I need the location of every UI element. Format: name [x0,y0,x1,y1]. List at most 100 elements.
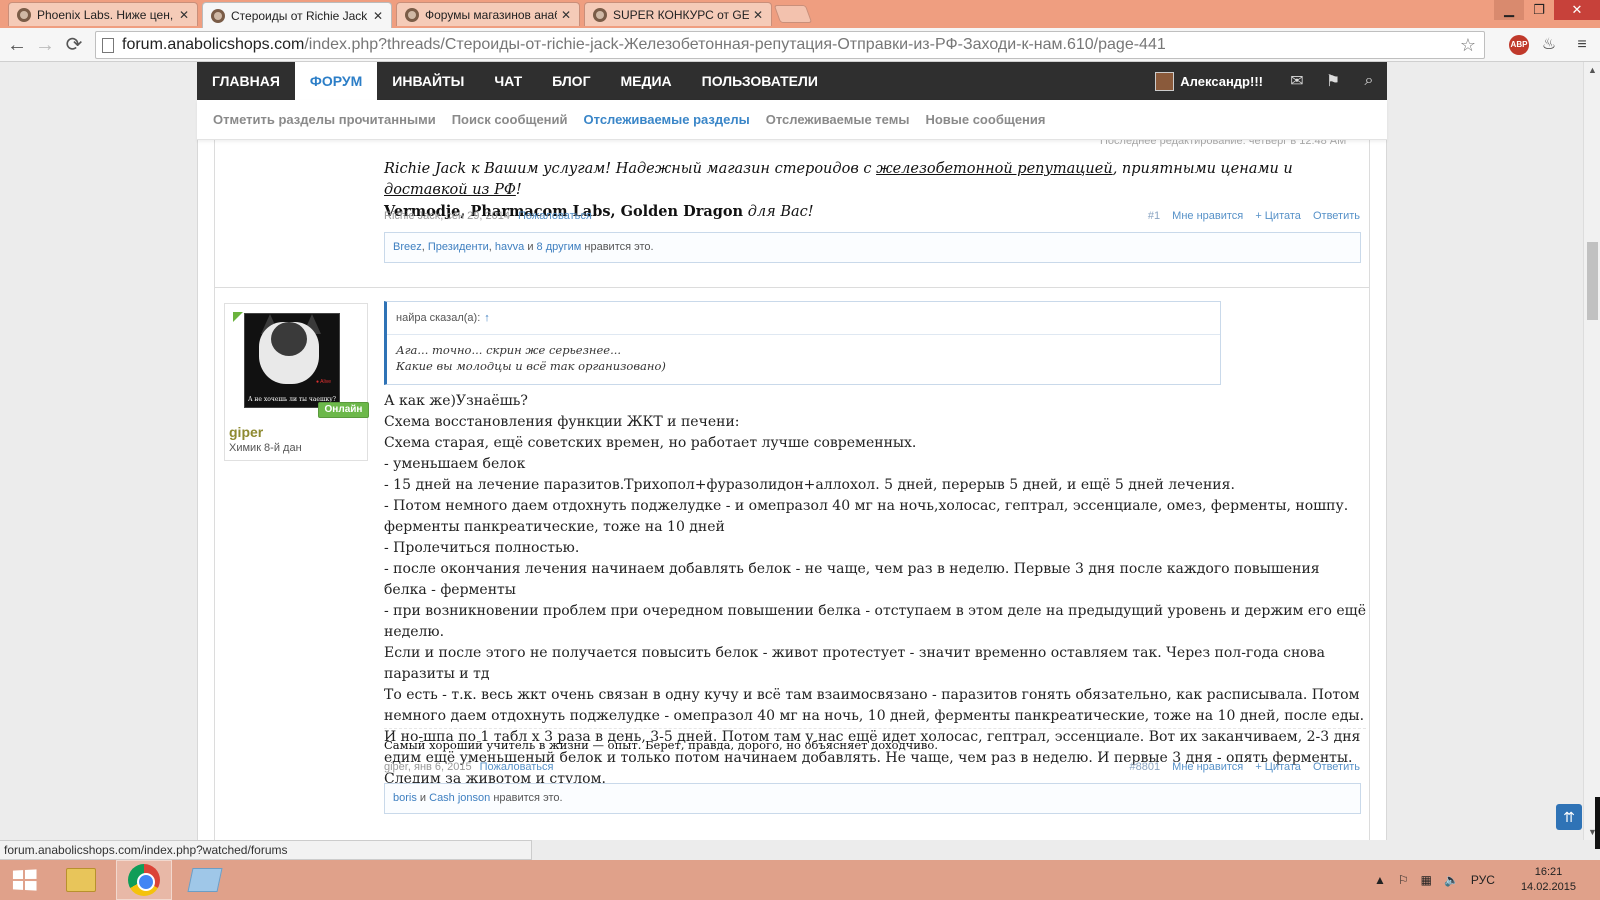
like-button[interactable]: Мне нравится [1172,761,1243,773]
page-scrollbar[interactable]: ▲ ▼ [1583,62,1600,840]
post-number[interactable]: #1 [1148,210,1160,222]
report-link[interactable]: Пожаловаться [480,761,554,773]
post-1-likes: Breez, Президенти, havva и 8 другим нрав… [384,232,1361,263]
tab-super-contest[interactable]: SUPER КОНКУРС от GEOI ✕ [584,2,772,26]
sig-text: для Вас! [743,204,814,220]
message-line: Схема восстановления функции ЖКТ и печен… [384,414,740,430]
liker-link[interactable]: boris [393,792,417,804]
browser-toolbar: ← → ⟳ forum.anabolicshops.com/index.php?… [0,28,1600,62]
post-username[interactable]: giper [229,424,263,440]
liker-link[interactable]: Президенти [428,241,489,253]
subnav-watched-threads[interactable]: Отслеживаемые темы [766,112,910,127]
chrome-icon [128,864,160,896]
nav-media[interactable]: МЕДИА [606,62,687,100]
envelope-icon[interactable]: ✉ [1279,71,1315,91]
sub-nav: Отметить разделы прочитанными Поиск сооб… [197,100,1387,140]
nav-chat[interactable]: ЧАТ [479,62,537,100]
nav-forum[interactable]: ФОРУМ [294,62,378,100]
sig-text: ! [515,182,522,198]
nav-home[interactable]: ГЛАВНАЯ [197,62,295,100]
reload-icon[interactable]: ⟳ [63,34,85,56]
tab-phoenix-labs[interactable]: Phoenix Labs. Ниже цен, ✕ [8,2,198,26]
message-line: - при возникновении проблем при очередно… [384,603,1366,640]
new-tab-button[interactable] [773,5,813,23]
page-viewport: ГЛАВНАЯ ФОРУМ ИНВАЙТЫ ЧАТ БЛОГ МЕДИА ПОЛ… [0,62,1583,840]
tray-expand-icon[interactable]: ▲ [1374,873,1386,887]
message-line: А как же)Узнаёшь? [384,393,528,409]
post-number[interactable]: #8801 [1130,761,1161,773]
liker-link[interactable]: Breez [393,241,422,253]
tab-title: Форумы магазинов анаб [425,7,557,22]
user-title: Химик 8-й дан [229,442,302,454]
post-date[interactable]: янв 6, 2015 [414,761,472,773]
sig-text: , приятными ценами и [1112,161,1293,177]
post-author[interactable]: Richie Jack [384,210,440,222]
tab-title: Phoenix Labs. Ниже цен, [37,7,174,22]
forward-arrow-icon[interactable]: → [34,34,56,56]
tab-close-icon[interactable]: ✕ [179,8,189,22]
subnav-search-posts[interactable]: Поиск сообщений [452,112,568,127]
post-author[interactable]: giper [384,761,408,773]
minimize-button[interactable]: ▁ [1494,0,1524,20]
tab-close-icon[interactable]: ✕ [561,8,571,22]
liker-link[interactable]: Cash jonson [429,792,490,804]
tab-richie-jack[interactable]: Стероиды от Richie Jack · ✕ [202,2,392,28]
message-line: Если и после этого не получается повысит… [384,645,1325,682]
flag-icon[interactable]: ⚑ [1315,71,1351,91]
scroll-up-arrow-icon[interactable]: ▲ [1588,65,1597,75]
report-link[interactable]: Пожаловаться [518,210,592,222]
chrome-menu-icon[interactable]: ≡ [1572,35,1592,55]
account-menu[interactable]: Александр!!! [1155,71,1263,91]
clock[interactable]: 16:21 14.02.2015 [1521,865,1576,895]
quote-button[interactable]: + Цитата [1255,210,1301,222]
quote-author: найра сказал(а): [396,312,481,324]
search-icon[interactable]: ⌕ [1351,72,1387,90]
post-1-actions: #1 Мне нравится + Цитата Ответить [1139,210,1360,222]
post-date[interactable]: сен 29, 2014 [446,210,510,222]
quote-header: найра сказал(а): ↑ [387,302,1220,335]
scrollbar-thumb[interactable] [1587,242,1598,320]
post-2-actions: #8801 Мне нравится + Цитата Ответить [1121,761,1361,773]
close-window-button[interactable]: ✕ [1554,0,1600,20]
nav-blog[interactable]: БЛОГ [537,62,605,100]
restore-button[interactable]: ❐ [1524,0,1554,20]
user-avatar-image[interactable]: ● Alive А не хочешь ли ты чаешку? [244,313,340,408]
back-arrow-icon[interactable]: ← [6,34,28,56]
quote-jump-arrow-icon[interactable]: ↑ [484,312,490,324]
post-2-likes: boris и Cash jonson нравится это. [384,783,1361,814]
quote-body: Ага... точно... скрин же серьезнее... Ка… [387,335,1220,374]
quote-button[interactable]: + Цитата [1255,761,1301,773]
subnav-mark-read[interactable]: Отметить разделы прочитанными [213,112,436,127]
volume-icon[interactable]: 🔈 [1444,873,1459,887]
forum-favicon-icon [405,7,419,22]
likes-and: и [419,792,427,804]
input-language[interactable]: РУС [1471,873,1495,887]
liker-link[interactable]: havva [495,241,524,253]
action-center-flag-icon[interactable]: ⚐ [1398,873,1409,887]
account-username: Александр!!! [1180,73,1263,89]
file-explorer-icon[interactable] [66,868,96,892]
nav-invites[interactable]: ИНВАЙТЫ [377,62,479,100]
sig-link-reputation[interactable]: железобетонной репутацией [876,161,1113,177]
sig-link-delivery[interactable]: доставкой из РФ [384,182,516,198]
subnav-watched-forums[interactable]: Отслеживаемые разделы [584,112,750,127]
nav-users[interactable]: ПОЛЬЗОВАТЕЛИ [687,62,833,100]
subnav-new-posts[interactable]: Новые сообщения [925,112,1045,127]
likes-others-link[interactable]: 8 другим [537,241,582,253]
adblock-plus-icon[interactable]: ABP [1509,35,1529,55]
tab-forums-shops[interactable]: Форумы магазинов анаб ✕ [396,2,580,26]
scroll-to-top-icon[interactable]: ⇈ [1556,804,1582,830]
bookmark-star-icon[interactable]: ☆ [1460,35,1476,56]
windows-start-icon[interactable] [12,869,37,891]
reply-button[interactable]: Ответить [1313,210,1360,222]
forum-favicon-icon [17,7,31,22]
tab-close-icon[interactable]: ✕ [753,8,763,22]
extension-icon[interactable]: ♨ [1539,35,1559,55]
reply-button[interactable]: Ответить [1313,761,1360,773]
quote-line: Ага... точно... скрин же серьезнее... [396,343,622,357]
address-bar[interactable]: forum.anabolicshops.com/index.php?thread… [95,31,1485,59]
network-icon[interactable]: ▦ [1421,873,1432,887]
notes-app-icon[interactable] [187,868,223,892]
like-button[interactable]: Мне нравится [1172,210,1243,222]
tab-close-icon[interactable]: ✕ [373,9,383,23]
